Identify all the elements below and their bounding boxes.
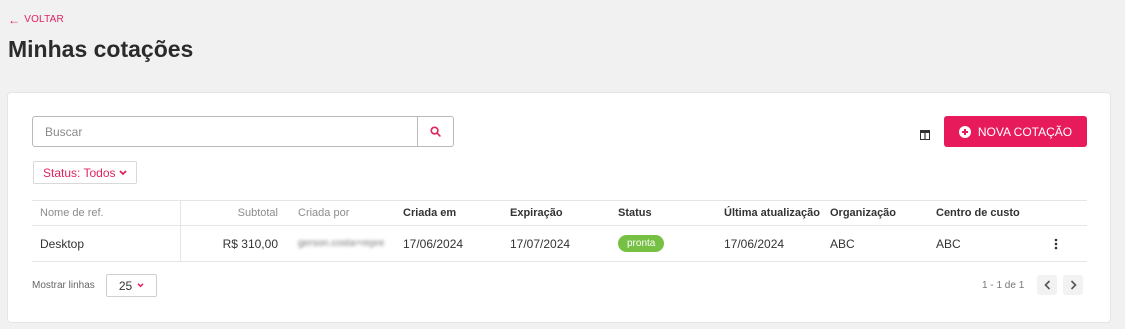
col-last-update[interactable]: Última atualização: [724, 201, 820, 225]
status-filter-label: Status: Todos: [43, 165, 116, 180]
cell-subtotal: R$ 310,00: [222, 236, 278, 251]
col-organization[interactable]: Organização: [830, 201, 896, 225]
col-status[interactable]: Status: [618, 201, 652, 225]
col-expiration[interactable]: Expiração: [510, 201, 563, 225]
search-icon: [430, 126, 441, 137]
status-filter[interactable]: Status: Todos: [33, 161, 137, 184]
table-header: Nome de ref. Subtotal Criada por Criada …: [32, 200, 1087, 226]
search-box: [32, 116, 454, 147]
col-cost-center[interactable]: Centro de custo: [936, 201, 1020, 225]
chevron-down-icon: [137, 283, 144, 288]
chevron-right-icon: [1070, 280, 1077, 290]
arrow-left-icon: ←: [8, 12, 21, 27]
cell-organization: ABC: [830, 236, 855, 251]
cell-cost-center: ABC: [936, 236, 961, 251]
table-row[interactable]: Desktop R$ 310,00 gerson.costa+repre 17/…: [32, 226, 1087, 262]
col-subtotal[interactable]: Subtotal: [180, 201, 278, 225]
chevron-down-icon: [118, 169, 127, 175]
search-button[interactable]: [417, 117, 453, 146]
quotes-table: Nome de ref. Subtotal Criada por Criada …: [32, 200, 1087, 262]
new-quote-button[interactable]: NOVA COTAÇÃO: [944, 116, 1087, 147]
cell-created-by: gerson.costa+repre: [298, 238, 385, 249]
prev-page-button[interactable]: [1037, 275, 1057, 295]
page-title: Minhas cotações: [8, 36, 194, 62]
col-created-at[interactable]: Criada em: [403, 201, 456, 225]
back-link-label: VOLTAR: [24, 14, 64, 25]
columns-icon[interactable]: [920, 127, 930, 145]
search-input[interactable]: [33, 117, 417, 146]
back-link[interactable]: ← VOLTAR: [8, 12, 64, 27]
col-created-by[interactable]: Criada por: [298, 201, 349, 225]
cell-ref-name: Desktop: [40, 236, 85, 251]
new-quote-label: NOVA COTAÇÃO: [977, 124, 1073, 139]
kebab-menu-icon[interactable]: [1054, 226, 1058, 261]
next-page-button[interactable]: [1063, 275, 1083, 295]
status-badge: pronta: [618, 235, 665, 252]
quotes-card: NOVA COTAÇÃO Status: Todos Nome de ref. …: [7, 92, 1111, 323]
rows-per-page-value: 25: [118, 278, 133, 293]
cell-created-at: 17/06/2024: [403, 236, 464, 251]
rows-per-page-select[interactable]: 25: [106, 274, 157, 297]
plus-circle-icon: [958, 125, 971, 138]
cell-status: pronta: [618, 226, 665, 261]
chevron-left-icon: [1043, 280, 1050, 290]
cell-last-update: 17/06/2024: [724, 236, 785, 251]
col-ref-name[interactable]: Nome de ref.: [40, 201, 104, 225]
cell-expiration: 17/07/2024: [510, 236, 571, 251]
pagination-range: 1 - 1 de 1: [982, 280, 1025, 291]
rows-per-page-label: Mostrar linhas: [32, 280, 95, 291]
